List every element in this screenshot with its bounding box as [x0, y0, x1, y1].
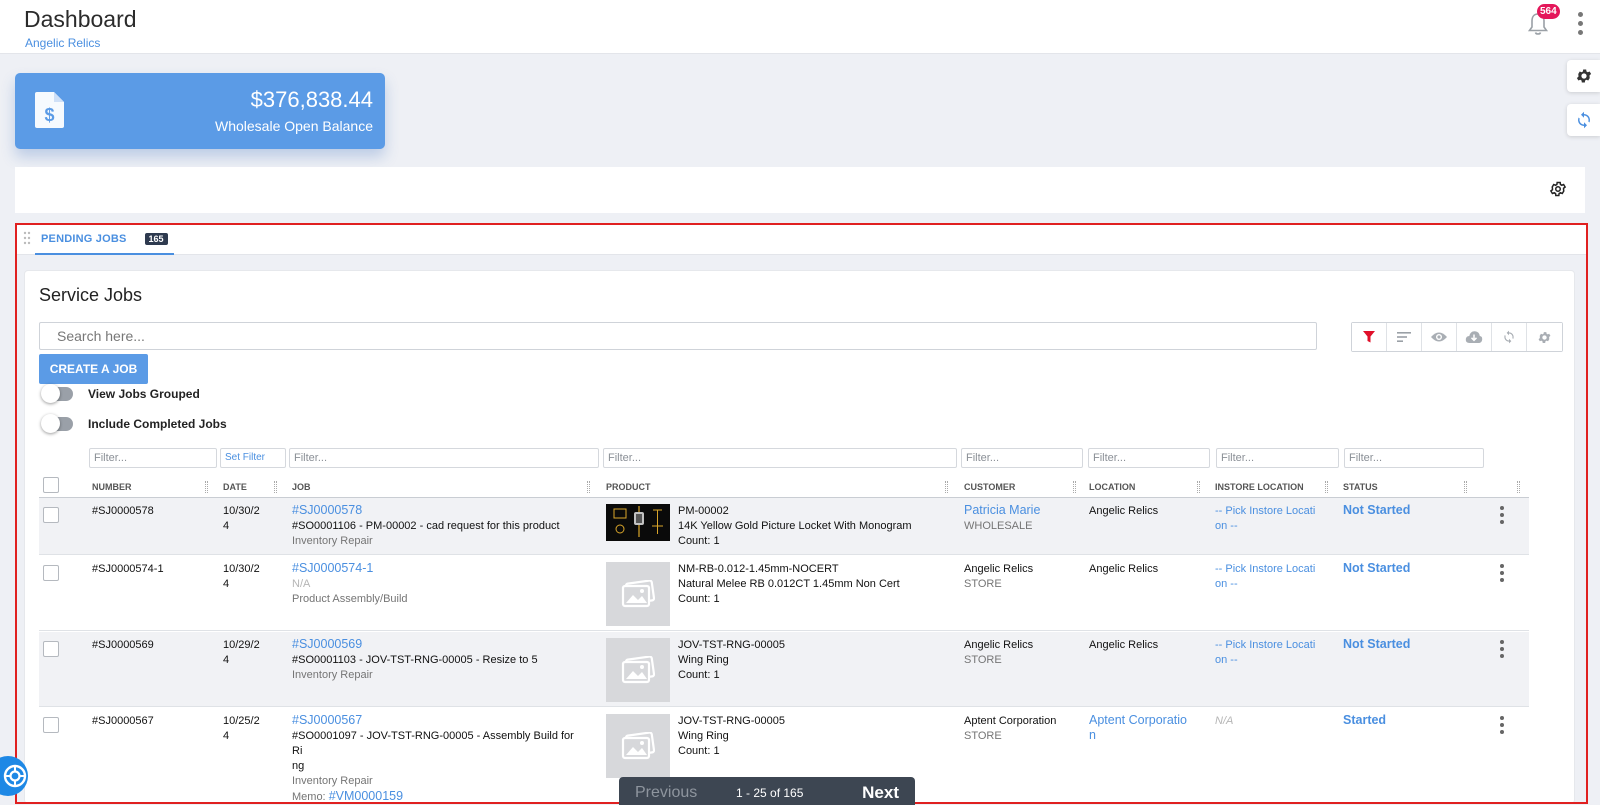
- notification-badge: 564: [1537, 4, 1560, 19]
- page-range-info: 1 - 25 of 165: [736, 786, 804, 800]
- previous-page-button[interactable]: Previous: [635, 784, 697, 802]
- sync-side-button[interactable]: [1567, 104, 1600, 136]
- widget-strip: [15, 167, 1585, 213]
- next-page-button[interactable]: Next: [862, 783, 899, 803]
- more-vert-icon[interactable]: [1575, 10, 1585, 40]
- store-name-link[interactable]: Angelic Relics: [25, 36, 100, 50]
- invoice-dollar-icon: $: [35, 92, 64, 128]
- lifebuoy-icon: [3, 764, 27, 788]
- gear-icon[interactable]: [1549, 180, 1567, 198]
- svg-text:$: $: [44, 105, 54, 125]
- settings-side-button[interactable]: [1567, 60, 1600, 92]
- sync-icon: [1577, 111, 1590, 129]
- page-title: Dashboard: [24, 6, 137, 32]
- balance-amount: $376,838.44: [250, 87, 373, 112]
- balance-label: Wholesale Open Balance: [215, 118, 373, 134]
- pagination-bar: Previous 1 - 25 of 165 Next: [619, 777, 915, 805]
- wholesale-balance-card[interactable]: $ $376,838.44 Wholesale Open Balance: [15, 73, 385, 149]
- gear-icon: [1576, 69, 1591, 83]
- top-header: Dashboard Angelic Relics 564: [0, 0, 1600, 54]
- selection-highlight-frame: [15, 223, 1588, 804]
